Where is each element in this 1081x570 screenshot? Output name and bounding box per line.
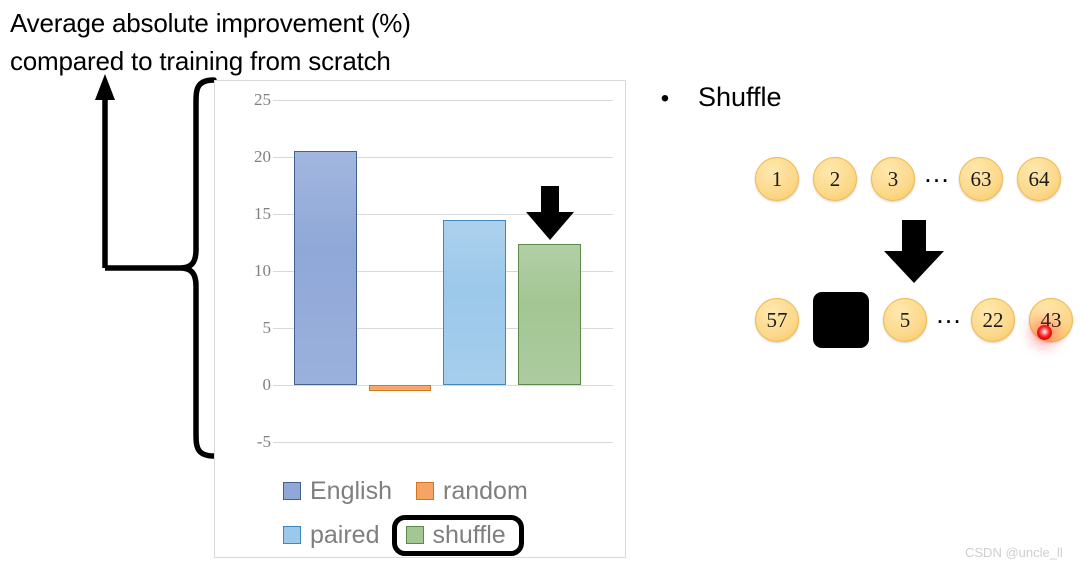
ytick-label-20: 20 [254, 147, 271, 166]
legend-swatch-paired [283, 526, 301, 544]
bar-english[interactable] [294, 151, 357, 385]
legend-label-random: random [443, 476, 528, 505]
token-row-before: 1 2 3 … 63 64 [755, 157, 1061, 201]
token-after-5[interactable]: 5 [883, 298, 927, 342]
legend-row-2: paired shuffle [215, 513, 695, 557]
legend-swatch-english [283, 482, 301, 500]
token-before-63[interactable]: 63 [959, 157, 1003, 201]
ytick-label-0: 0 [262, 375, 272, 394]
ellipsis-before: … [923, 157, 951, 188]
brace-arrow-annotation [84, 72, 224, 467]
token-after-22[interactable]: 22 [971, 298, 1015, 342]
gridline-25 [273, 100, 613, 101]
bar-random[interactable] [369, 385, 431, 391]
legend-item-paired[interactable]: paired [283, 520, 380, 549]
legend-item-random[interactable]: random [416, 476, 528, 505]
legend-item-shuffle[interactable]: shuffle [391, 514, 524, 556]
ytick-label-15: 15 [254, 204, 271, 223]
chart-legend: English random paired shuffle [215, 469, 627, 559]
token-before-2[interactable]: 2 [813, 157, 857, 201]
legend-label-shuffle: shuffle [432, 520, 506, 549]
ytick-label-5: 5 [262, 318, 272, 337]
watermark: CSDN @uncle_ll [965, 545, 1063, 560]
laser-pointer-dot [1037, 325, 1052, 340]
plot-area: 25 20 15 10 5 0 -5 [215, 81, 627, 461]
token-before-64[interactable]: 64 [1017, 157, 1061, 201]
bullet-label: Shuffle [698, 82, 782, 112]
bullet-shuffle: • Shuffle [650, 84, 782, 111]
token-after-57[interactable]: 57 [755, 298, 799, 342]
gridline-minus5 [273, 442, 613, 443]
legend-swatch-shuffle [405, 526, 424, 544]
bar-chart-panel: 25 20 15 10 5 0 -5 English random paired… [214, 80, 626, 558]
ytick-label-minus5: -5 [256, 432, 271, 451]
legend-label-paired: paired [310, 520, 380, 549]
token-row-after: 57 5 … 22 43 [755, 292, 1073, 348]
token-before-1[interactable]: 1 [755, 157, 799, 201]
bar-shuffle[interactable] [518, 244, 581, 385]
bar-paired[interactable] [443, 220, 506, 385]
gridline-0 [273, 385, 613, 386]
token-after-masked[interactable] [813, 292, 869, 348]
page-title: Average absolute improvement (%) compare… [10, 8, 411, 76]
right-illustration-panel: • Shuffle 1 2 3 … 63 64 57 5 … 22 43 [640, 70, 1081, 540]
token-before-3[interactable]: 3 [871, 157, 915, 201]
ytick-label-25: 25 [254, 90, 271, 109]
legend-item-english[interactable]: English [283, 476, 392, 505]
ellipsis-after: … [935, 298, 963, 329]
legend-swatch-random [416, 482, 434, 500]
legend-row-1: English random [215, 469, 695, 513]
ytick-label-10: 10 [254, 261, 271, 280]
legend-label-english: English [310, 476, 392, 505]
bullet-marker-icon: • [660, 85, 670, 112]
shuffle-transform-down-arrow [878, 220, 950, 285]
